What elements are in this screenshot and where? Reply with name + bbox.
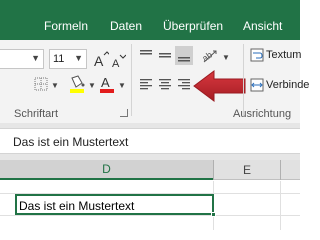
align-center-icon	[159, 79, 171, 90]
column-gridline	[280, 181, 281, 230]
align-bottom-button[interactable]	[175, 46, 193, 65]
wrap-text-button[interactable]: Textum	[266, 49, 301, 61]
ribbon-tab-strip: Formeln Daten Überprüfen Ansicht	[0, 0, 300, 40]
font-dialog-launcher-icon[interactable]	[120, 109, 128, 117]
align-top-button[interactable]	[138, 47, 154, 63]
red-arrow-left-icon	[193, 70, 246, 102]
decrease-font-size-button[interactable]: A	[110, 52, 126, 70]
chevron-down-icon: ▼	[31, 53, 40, 63]
svg-text:A: A	[112, 58, 120, 69]
font-size-combo[interactable]: 11 ▼	[49, 49, 87, 69]
increase-font-icon: A	[94, 51, 109, 68]
svg-text:A: A	[94, 53, 104, 68]
fill-color-dropdown-icon[interactable]: ▼	[88, 81, 96, 90]
column-header-e[interactable]: E	[214, 160, 280, 180]
paint-bucket-icon	[70, 75, 85, 93]
group-label-alignment: Ausrichtung	[233, 108, 292, 120]
align-right-icon	[178, 79, 190, 90]
align-top-icon	[140, 50, 152, 55]
font-color-button[interactable]: A	[99, 74, 115, 94]
tab-formeln[interactable]: Formeln	[44, 19, 88, 33]
tab-ueberpruefen[interactable]: Überprüfen	[163, 19, 223, 33]
increase-font-size-button[interactable]: A	[93, 49, 109, 69]
decrease-font-icon: A	[112, 54, 126, 69]
row-gridline	[0, 215, 300, 216]
fill-handle[interactable]	[211, 212, 216, 217]
merge-cells-icon	[250, 78, 264, 92]
align-left-icon	[140, 79, 152, 90]
column-divider[interactable]	[280, 160, 281, 180]
group-divider	[131, 44, 132, 116]
ribbon: ▼ 11 ▼ A A ▼ ▼ A ▼ Schriftart ab ▼ Textu…	[0, 40, 309, 123]
merge-cells-button[interactable]: Verbinde	[266, 79, 309, 91]
orientation-button[interactable]: ab	[200, 46, 220, 64]
column-headers: D E	[0, 160, 300, 180]
font-color-icon: A	[100, 75, 114, 93]
font-size-value: 11	[53, 53, 65, 65]
text-orientation-icon: ab	[200, 50, 217, 64]
borders-button[interactable]	[33, 76, 49, 92]
align-center-button[interactable]	[157, 76, 173, 92]
tab-ansicht[interactable]: Ansicht	[243, 19, 282, 33]
formula-bar[interactable]: Das ist ein Mustertext	[0, 128, 300, 154]
tab-daten[interactable]: Daten	[110, 19, 142, 33]
cell-grid[interactable]: Das ist ein Mustertext	[0, 181, 300, 230]
font-color-dropdown-icon[interactable]: ▼	[118, 81, 126, 90]
wrap-text-icon	[250, 48, 264, 62]
align-left-button[interactable]	[138, 76, 154, 92]
orientation-dropdown-icon[interactable]: ▼	[222, 53, 230, 62]
font-name-combo[interactable]: ▼	[0, 49, 44, 69]
formula-bar-content: Das ist ein Mustertext	[13, 135, 129, 149]
borders-icon	[34, 77, 48, 91]
chevron-down-icon: ▼	[74, 53, 83, 63]
borders-dropdown-icon[interactable]: ▼	[51, 81, 59, 90]
fill-color-button[interactable]	[68, 74, 86, 94]
column-header-d[interactable]: D	[0, 160, 213, 180]
align-bottom-icon	[178, 56, 190, 61]
svg-text:ab: ab	[200, 50, 214, 64]
group-divider	[243, 44, 244, 116]
cell-value: Das ist ein Mustertext	[19, 199, 135, 213]
align-middle-icon	[159, 53, 171, 58]
group-label-font: Schriftart	[14, 108, 59, 120]
svg-text:A: A	[101, 75, 110, 90]
align-middle-button[interactable]	[157, 47, 173, 63]
